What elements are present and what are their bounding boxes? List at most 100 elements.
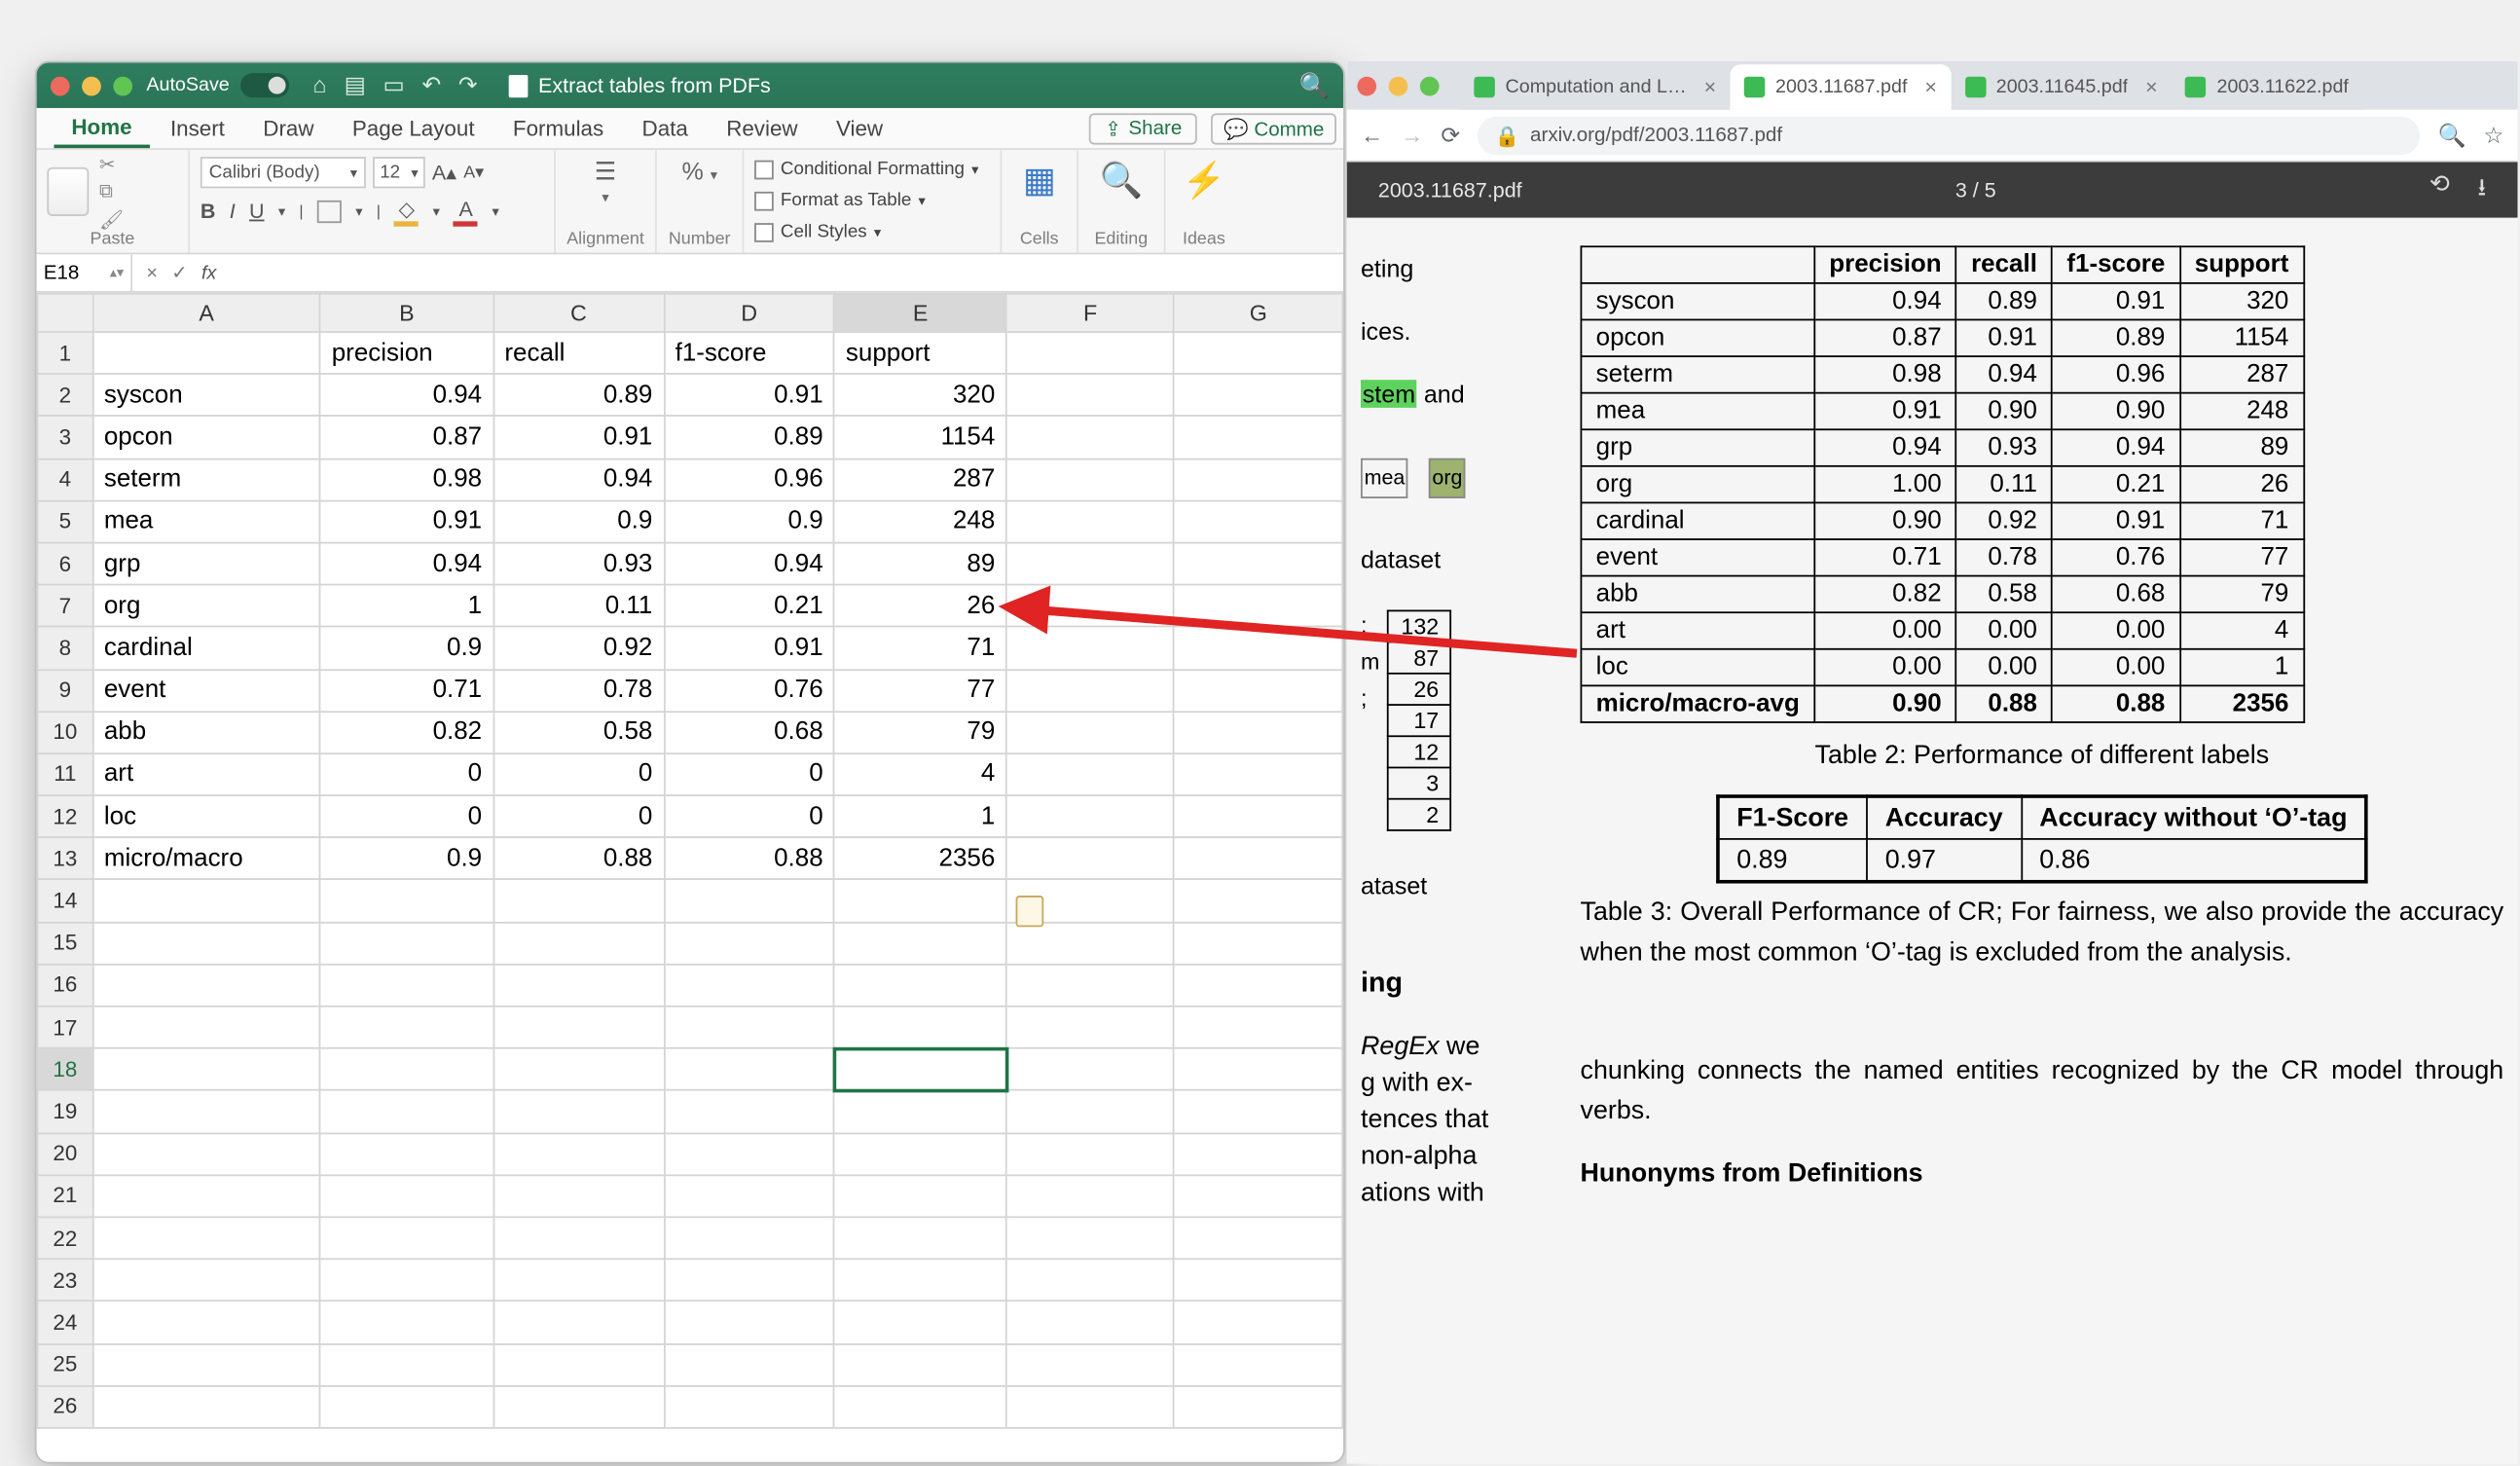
- decrease-font-icon[interactable]: A▾: [463, 163, 484, 182]
- table-cell[interactable]: recall: [493, 332, 664, 374]
- table-cell[interactable]: 1: [834, 795, 1006, 837]
- table-cell[interactable]: 0.94: [320, 542, 493, 584]
- close-window-icon[interactable]: [1357, 76, 1376, 95]
- close-window-icon[interactable]: [51, 76, 70, 95]
- table-cell[interactable]: 0.87: [320, 417, 493, 458]
- percent-icon[interactable]: %: [681, 157, 703, 185]
- row-header[interactable]: 8: [37, 627, 92, 669]
- table-cell[interactable]: seterm: [92, 458, 320, 500]
- table-cell[interactable]: event: [92, 669, 320, 711]
- table-cell[interactable]: 0.96: [664, 458, 834, 500]
- font-color-button[interactable]: A: [454, 196, 478, 225]
- enter-formula-icon[interactable]: ✓: [171, 262, 188, 284]
- table-cell[interactable]: 0.82: [320, 712, 493, 753]
- table-cell[interactable]: abb: [92, 712, 320, 753]
- row-header[interactable]: 26: [37, 1385, 92, 1427]
- table-cell[interactable]: 0.92: [493, 627, 664, 669]
- comments-button[interactable]: 💬Comme: [1212, 112, 1336, 143]
- table-cell[interactable]: 0.11: [493, 585, 664, 627]
- row-header[interactable]: 3: [37, 417, 92, 458]
- fx-icon[interactable]: fx: [201, 262, 216, 282]
- table-cell[interactable]: 71: [834, 627, 1006, 669]
- tab-insert[interactable]: Insert: [153, 111, 242, 146]
- table-cell[interactable]: 0.94: [664, 542, 834, 584]
- reload-icon[interactable]: ⟳: [1441, 121, 1460, 149]
- table-cell[interactable]: 4: [834, 753, 1006, 795]
- search-icon[interactable]: 🔍: [1299, 70, 1330, 99]
- table-cell[interactable]: 0.9: [493, 500, 664, 542]
- table-cell[interactable]: loc: [92, 795, 320, 837]
- table-cell[interactable]: 0: [493, 795, 664, 837]
- table-cell[interactable]: 0.9: [320, 627, 493, 669]
- rotate-icon[interactable]: ⟲: [2429, 169, 2450, 211]
- table-cell[interactable]: 0.9: [664, 500, 834, 542]
- row-header[interactable]: 24: [37, 1301, 92, 1343]
- tab-home[interactable]: Home: [54, 109, 149, 147]
- row-header[interactable]: 13: [37, 838, 92, 880]
- tab-data[interactable]: Data: [625, 111, 706, 146]
- row-header[interactable]: 11: [37, 753, 92, 795]
- tab-page-layout[interactable]: Page Layout: [335, 111, 492, 146]
- row-header[interactable]: 14: [37, 880, 92, 922]
- print-qat-icon[interactable]: ▭: [383, 71, 405, 99]
- table-cell[interactable]: 0.91: [664, 627, 834, 669]
- row-header[interactable]: 15: [37, 922, 92, 964]
- home-qat-icon[interactable]: ⌂: [313, 71, 327, 99]
- table-cell[interactable]: 0.91: [493, 417, 664, 458]
- table-cell[interactable]: 0.94: [493, 458, 664, 500]
- table-cell[interactable]: 0.98: [320, 458, 493, 500]
- row-header[interactable]: 5: [37, 500, 92, 542]
- table-cell[interactable]: 0.88: [493, 838, 664, 880]
- row-header[interactable]: 25: [37, 1343, 92, 1385]
- zoom-icon[interactable]: 🔍: [2437, 121, 2465, 149]
- table-cell[interactable]: [92, 332, 320, 374]
- table-cell[interactable]: 0.89: [493, 374, 664, 416]
- underline-button[interactable]: U: [249, 199, 265, 223]
- row-header[interactable]: 21: [37, 1175, 92, 1217]
- tab-draw[interactable]: Draw: [245, 111, 331, 146]
- back-icon[interactable]: ←: [1361, 122, 1383, 148]
- row-header[interactable]: 2: [37, 374, 92, 416]
- paste-icon[interactable]: [47, 167, 89, 216]
- format-painter-icon[interactable]: 🖌: [99, 208, 124, 231]
- minimize-window-icon[interactable]: [1389, 76, 1408, 95]
- table-cell[interactable]: 1: [320, 585, 493, 627]
- column-header[interactable]: D: [664, 294, 834, 332]
- redo-qat-icon[interactable]: ↷: [458, 71, 478, 99]
- browser-tab[interactable]: 2003.11687.pdf×: [1730, 64, 1951, 110]
- tab-formulas[interactable]: Formulas: [495, 111, 621, 146]
- table-cell[interactable]: 0: [664, 753, 834, 795]
- table-cell[interactable]: 0: [664, 795, 834, 837]
- table-cell[interactable]: 0.21: [664, 585, 834, 627]
- row-header[interactable]: 23: [37, 1259, 92, 1301]
- star-icon[interactable]: ☆: [2483, 121, 2503, 149]
- table-cell[interactable]: 0.91: [664, 374, 834, 416]
- italic-button[interactable]: I: [230, 199, 236, 223]
- undo-qat-icon[interactable]: ↶: [421, 71, 441, 99]
- browser-tab[interactable]: Computation and Lan…×: [1460, 64, 1730, 110]
- spreadsheet-grid[interactable]: ABCDEFG1precisionrecallf1-scoresupport2s…: [37, 293, 1344, 1429]
- zoom-window-icon[interactable]: [113, 76, 132, 95]
- table-cell[interactable]: f1-score: [664, 332, 834, 374]
- table-cell[interactable]: syscon: [92, 374, 320, 416]
- row-header[interactable]: 10: [37, 712, 92, 753]
- tab-view[interactable]: View: [819, 111, 900, 146]
- cut-icon[interactable]: ✂: [99, 153, 124, 175]
- column-header[interactable]: G: [1174, 294, 1342, 332]
- browser-tab[interactable]: 2003.11622.pdf: [2172, 64, 2362, 110]
- row-header[interactable]: 19: [37, 1090, 92, 1132]
- row-header[interactable]: 7: [37, 585, 92, 627]
- cell-styles-button[interactable]: Cell Styles ▾: [754, 220, 990, 244]
- table-cell[interactable]: 320: [834, 374, 1006, 416]
- cancel-formula-icon[interactable]: ×: [146, 262, 158, 282]
- table-cell[interactable]: 0.94: [320, 374, 493, 416]
- tab-review[interactable]: Review: [709, 111, 815, 146]
- close-tab-icon[interactable]: ×: [2145, 75, 2158, 99]
- close-tab-icon[interactable]: ×: [1704, 75, 1717, 99]
- table-cell[interactable]: 0: [320, 795, 493, 837]
- table-cell[interactable]: 26: [834, 585, 1006, 627]
- column-header[interactable]: E: [834, 294, 1006, 332]
- close-tab-icon[interactable]: ×: [1924, 75, 1937, 99]
- copy-icon[interactable]: ⧉: [99, 180, 124, 202]
- table-cell[interactable]: precision: [320, 332, 493, 374]
